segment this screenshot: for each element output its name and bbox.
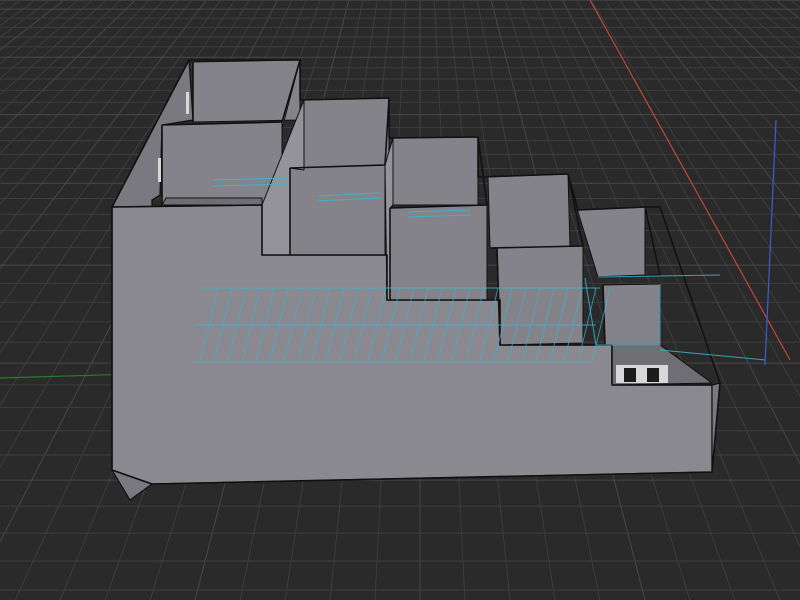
step1-lower-back-wall bbox=[161, 121, 283, 206]
door-fixture-2 bbox=[158, 158, 161, 182]
ground-opening bbox=[616, 365, 668, 383]
step4-back-wall bbox=[487, 173, 571, 249]
opening-slot-left bbox=[624, 368, 636, 382]
step2-front-block bbox=[289, 164, 386, 256]
3d-viewport[interactable] bbox=[0, 0, 800, 600]
door-fixture-1 bbox=[186, 92, 189, 114]
step3-back-wall bbox=[392, 136, 479, 206]
step5-front-block bbox=[602, 283, 661, 346]
step1-floor bbox=[161, 197, 263, 206]
step3-front-block bbox=[389, 204, 488, 301]
step2-back-wall bbox=[303, 97, 390, 171]
viewport-canvas[interactable] bbox=[0, 0, 800, 600]
opening-slot-right bbox=[647, 368, 659, 382]
